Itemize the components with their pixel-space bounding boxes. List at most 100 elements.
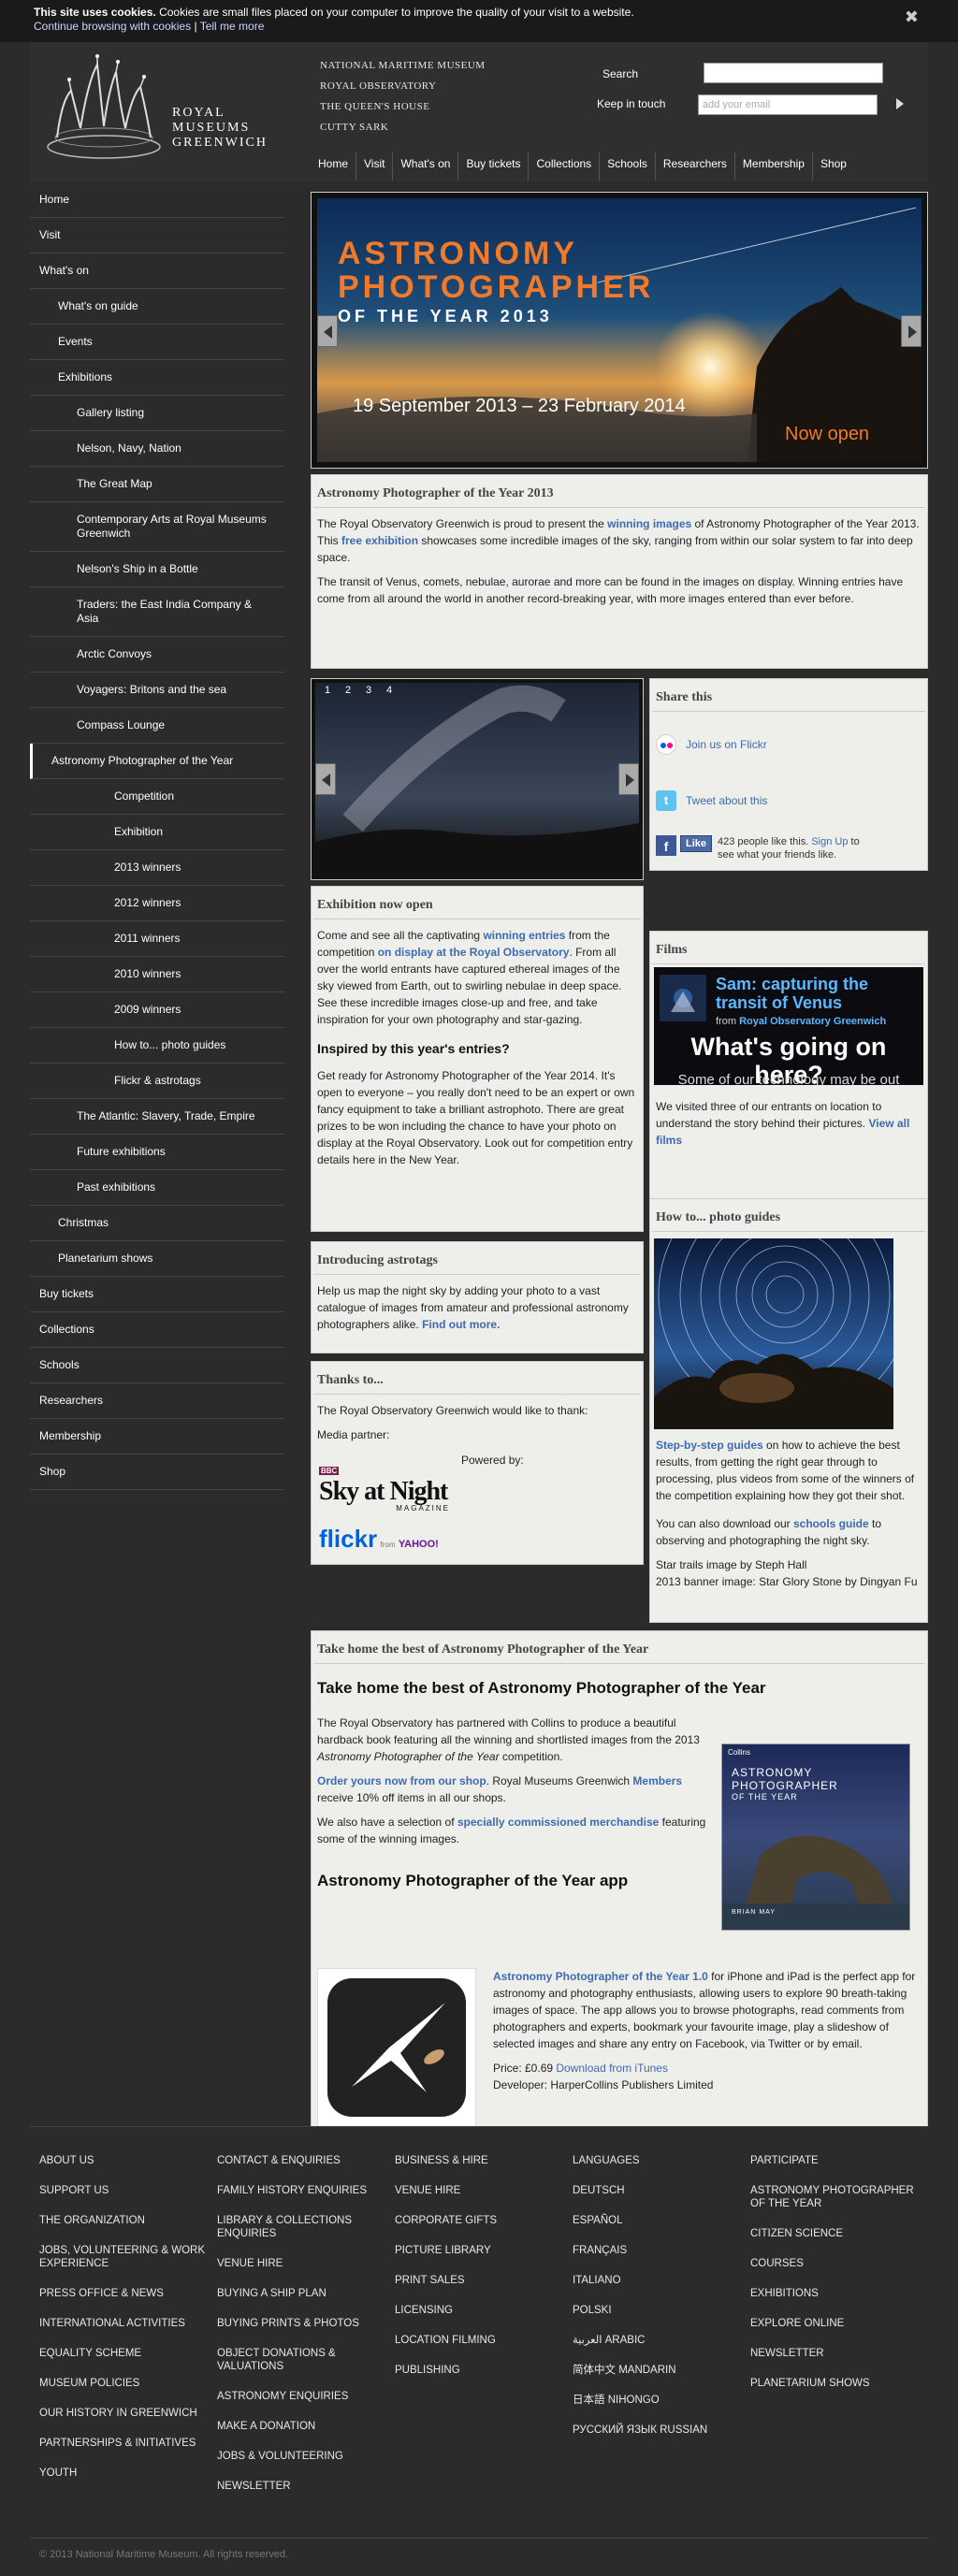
- sidebar-item[interactable]: Traders: the East India Company & Asia: [30, 587, 284, 637]
- members-link[interactable]: Members: [632, 1774, 682, 1787]
- footer-link[interactable]: DEUTSCH: [573, 2184, 741, 2197]
- sidebar-item[interactable]: 2013 winners: [30, 850, 284, 886]
- slider-tab[interactable]: 2: [338, 685, 358, 696]
- footer-link[interactable]: LANGUAGES: [573, 2154, 741, 2167]
- footer-link[interactable]: OBJECT DONATIONS & VALUATIONS: [217, 2347, 385, 2373]
- footer-link[interactable]: ITALIANO: [573, 2274, 741, 2287]
- sidebar-item[interactable]: 2009 winners: [30, 992, 284, 1028]
- find-out-more-link[interactable]: Find out more.: [422, 1318, 500, 1331]
- sidebar-item[interactable]: Schools: [30, 1348, 284, 1383]
- footer-link[interactable]: EQUALITY SCHEME: [39, 2347, 208, 2360]
- footer-link[interactable]: РУССКИЙ ЯЗЫК RUSSIAN: [573, 2424, 741, 2437]
- sidebar-item[interactable]: Competition: [30, 779, 284, 815]
- footer-link[interactable]: BUYING A SHIP PLAN: [217, 2287, 385, 2300]
- sidebar-item[interactable]: The Atlantic: Slavery, Trade, Empire: [30, 1099, 284, 1135]
- footer-link[interactable]: 简体中文 MANDARIN: [573, 2364, 741, 2377]
- sidebar-item[interactable]: Membership: [30, 1419, 284, 1454]
- nav-schools[interactable]: Schools: [599, 152, 655, 181]
- footer-link[interactable]: NEWSLETTER: [750, 2347, 919, 2360]
- sidebar-item[interactable]: Events: [30, 325, 284, 360]
- free-exhibition-link[interactable]: free exhibition: [341, 534, 418, 547]
- footer-link[interactable]: CONTACT & ENQUIRIES: [217, 2154, 385, 2167]
- footer-link[interactable]: COURSES: [750, 2257, 919, 2270]
- footer-link[interactable]: NEWSLETTER: [217, 2480, 385, 2493]
- footer-link[interactable]: CITIZEN SCIENCE: [750, 2227, 919, 2240]
- sidebar-item[interactable]: Astronomy Photographer of the Year: [30, 744, 284, 779]
- rmg-logo[interactable]: ROYAL MUSEUMS GREENWICH: [43, 53, 305, 171]
- sidebar-item[interactable]: 2012 winners: [30, 886, 284, 921]
- footer-link[interactable]: EXPLORE ONLINE: [750, 2317, 919, 2330]
- sidebar-item[interactable]: 2011 winners: [30, 921, 284, 957]
- step-by-step-link[interactable]: Step-by-step guides: [656, 1439, 763, 1452]
- app-link[interactable]: Astronomy Photographer of the Year 1.0: [493, 1970, 708, 1983]
- video-player[interactable]: Sam: capturing the transit of Venus from…: [654, 967, 923, 1085]
- sky-at-night-logo[interactable]: BBC Sky at Night MAGAZINE: [319, 1467, 450, 1512]
- app-icon[interactable]: [317, 1968, 476, 2127]
- footer-link[interactable]: PRINT SALES: [395, 2274, 563, 2287]
- footer-link[interactable]: MAKE A DONATION: [217, 2420, 385, 2433]
- banner-prev-button[interactable]: [317, 315, 338, 347]
- footer-link[interactable]: INTERNATIONAL ACTIVITIES: [39, 2317, 208, 2330]
- order-shop-link[interactable]: Order yours now from our shop: [317, 1774, 486, 1787]
- sidebar-item[interactable]: Home: [30, 182, 284, 218]
- footer-link[interactable]: JOBS & VOLUNTEERING: [217, 2450, 385, 2463]
- footer-link[interactable]: العربية ARABIC: [573, 2334, 741, 2347]
- footer-link[interactable]: YOUTH: [39, 2467, 208, 2480]
- itunes-link[interactable]: Download from iTunes: [556, 2062, 668, 2075]
- footer-link[interactable]: EXHIBITIONS: [750, 2287, 919, 2300]
- flickr-logo[interactable]: flickr from YAHOO!: [319, 1525, 439, 1554]
- nav-researchers[interactable]: Researchers: [654, 152, 734, 181]
- winning-images-link[interactable]: winning images: [607, 517, 691, 530]
- sidebar-item[interactable]: Gallery listing: [30, 396, 284, 431]
- sidebar-item[interactable]: Contemporary Arts at Royal Museums Green…: [30, 502, 284, 552]
- footer-link[interactable]: PARTICIPATE: [750, 2154, 919, 2167]
- sidebar-item[interactable]: 2010 winners: [30, 957, 284, 992]
- footer-link[interactable]: THE ORGANIZATION: [39, 2214, 208, 2227]
- footer-link[interactable]: JOBS, VOLUNTEERING & WORK EXPERIENCE: [39, 2244, 208, 2270]
- sidebar-item[interactable]: What's on: [30, 253, 284, 289]
- schools-guide-link[interactable]: schools guide: [793, 1517, 869, 1530]
- footer-link[interactable]: PICTURE LIBRARY: [395, 2244, 563, 2257]
- sidebar-item[interactable]: Christmas: [30, 1206, 284, 1241]
- sidebar-item[interactable]: The Great Map: [30, 467, 284, 502]
- footer-link[interactable]: CORPORATE GIFTS: [395, 2214, 563, 2227]
- email-field[interactable]: [698, 94, 878, 115]
- nav-buy-tickets[interactable]: Buy tickets: [457, 152, 528, 181]
- flickr-link[interactable]: Join us on Flickr: [686, 738, 767, 751]
- footer-link[interactable]: LOCATION FILMING: [395, 2334, 563, 2347]
- nav-collections[interactable]: Collections: [528, 152, 599, 181]
- sidebar-item[interactable]: Researchers: [30, 1383, 284, 1419]
- sidebar-item[interactable]: Exhibitions: [30, 360, 284, 396]
- merchandise-link[interactable]: specially commissioned merchandise: [457, 1816, 659, 1829]
- footer-link[interactable]: MUSEUM POLICIES: [39, 2377, 208, 2390]
- sidebar-item[interactable]: Past exhibitions: [30, 1170, 284, 1206]
- on-display-link[interactable]: on display at the Royal Observatory: [378, 946, 570, 959]
- footer-link[interactable]: ASTRONOMY ENQUIRIES: [217, 2390, 385, 2403]
- footer-link[interactable]: PUBLISHING: [395, 2364, 563, 2377]
- search-input[interactable]: [704, 63, 883, 83]
- banner-next-button[interactable]: [901, 315, 922, 347]
- sidebar-item[interactable]: Visit: [30, 218, 284, 253]
- slider-next-button[interactable]: [618, 763, 639, 795]
- footer-link[interactable]: VENUE HIRE: [217, 2257, 385, 2270]
- footer-link[interactable]: ESPAÑOL: [573, 2214, 741, 2227]
- slider-tab[interactable]: 4: [379, 685, 399, 696]
- footer-link[interactable]: PARTNERSHIPS & INITIATIVES: [39, 2437, 208, 2450]
- slider-prev-button[interactable]: [315, 763, 336, 795]
- submit-arrow-icon[interactable]: [896, 98, 904, 109]
- footer-link[interactable]: FRANÇAIS: [573, 2244, 741, 2257]
- nav-home[interactable]: Home: [311, 152, 356, 181]
- sidebar-item[interactable]: Flickr & astrotags: [30, 1064, 284, 1099]
- video-channel-link[interactable]: Royal Observatory Greenwich: [739, 1016, 886, 1027]
- sidebar-item[interactable]: Exhibition: [30, 815, 284, 850]
- footer-link[interactable]: VENUE HIRE: [395, 2184, 563, 2197]
- footer-link[interactable]: PLANETARIUM SHOWS: [750, 2377, 919, 2390]
- sidebar-item[interactable]: Planetarium shows: [30, 1241, 284, 1277]
- winning-entries-link[interactable]: winning entries: [483, 929, 565, 942]
- sidebar-item[interactable]: Nelson, Navy, Nation: [30, 431, 284, 467]
- sidebar-item[interactable]: How to... photo guides: [30, 1028, 284, 1064]
- sidebar-item[interactable]: Arctic Convoys: [30, 637, 284, 673]
- tell-me-more-link[interactable]: Tell me more: [200, 20, 265, 33]
- footer-link[interactable]: 日本語 NIHONGO: [573, 2394, 741, 2407]
- sidebar-item[interactable]: Future exhibitions: [30, 1135, 284, 1170]
